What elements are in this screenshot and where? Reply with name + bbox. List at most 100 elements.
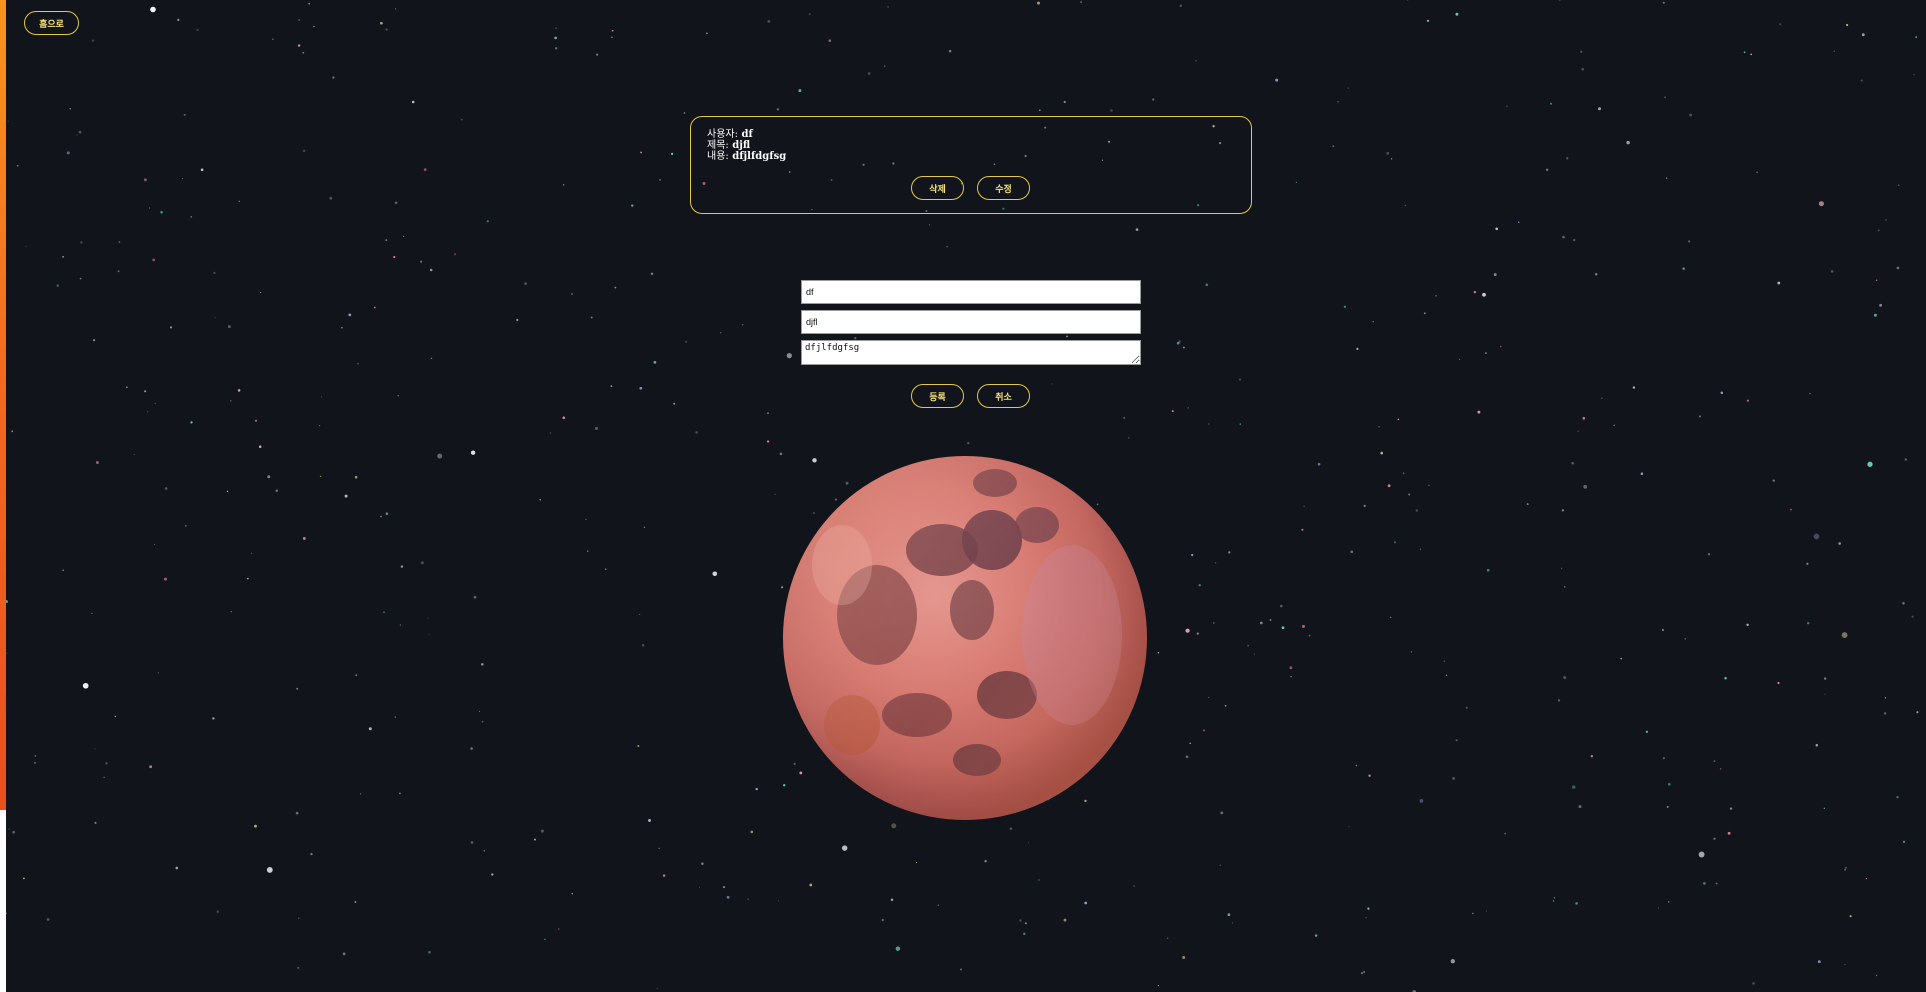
star <box>1348 826 1350 828</box>
star <box>344 494 348 498</box>
star <box>1746 623 1749 626</box>
star <box>486 220 489 223</box>
star <box>79 277 82 280</box>
star <box>1698 415 1701 418</box>
star <box>610 385 613 387</box>
user-input[interactable] <box>801 280 1141 304</box>
star <box>1404 204 1406 207</box>
star <box>428 633 430 635</box>
content-textarea[interactable]: dfjlfdgfsg <box>801 340 1141 365</box>
star <box>1198 583 1201 587</box>
star <box>887 6 889 8</box>
home-button[interactable]: 홈으로 <box>24 11 79 35</box>
star <box>1562 235 1565 239</box>
star <box>66 151 70 155</box>
star <box>1720 391 1724 395</box>
star <box>590 316 593 319</box>
star <box>1295 181 1297 183</box>
star <box>928 224 930 226</box>
star <box>149 765 153 769</box>
star <box>152 258 156 262</box>
star <box>1402 472 1405 475</box>
moon-tint <box>783 456 1147 820</box>
star <box>1281 626 1285 630</box>
star <box>1037 1 1040 5</box>
star <box>1806 621 1810 625</box>
star <box>1347 87 1349 89</box>
star <box>1582 417 1586 420</box>
star <box>786 352 792 359</box>
star <box>1824 693 1826 695</box>
star <box>1435 295 1437 297</box>
star <box>726 895 730 899</box>
star <box>648 819 651 822</box>
star <box>33 761 37 765</box>
star <box>695 431 698 434</box>
star <box>144 390 147 393</box>
star <box>1902 840 1906 844</box>
post-title-value: djfl <box>732 140 751 151</box>
star <box>200 168 204 172</box>
star <box>1290 675 1292 678</box>
star <box>1450 959 1455 964</box>
star <box>175 866 179 870</box>
star <box>1390 158 1393 160</box>
star <box>596 53 599 56</box>
star <box>1208 696 1210 698</box>
delete-button[interactable]: 삭제 <box>911 176 964 200</box>
star <box>216 910 219 913</box>
star <box>808 13 811 16</box>
star <box>411 100 415 104</box>
star <box>1279 604 1283 608</box>
cancel-button[interactable]: 취소 <box>977 384 1030 408</box>
star <box>1875 279 1878 282</box>
star <box>1259 621 1263 625</box>
star <box>1613 424 1616 427</box>
star <box>1171 410 1174 413</box>
star <box>1445 674 1448 676</box>
title-input[interactable] <box>801 310 1141 334</box>
star <box>126 386 128 389</box>
star <box>329 196 333 200</box>
star <box>719 331 722 334</box>
star <box>80 241 83 244</box>
star <box>562 416 566 420</box>
star <box>1317 462 1321 466</box>
star <box>1867 461 1873 467</box>
star <box>1877 229 1880 232</box>
star <box>190 421 193 424</box>
star <box>1386 151 1390 155</box>
starfield-background: 홈으로 사용자: df 제목: djfl 내용: dfjlfdgfsg 삭제 수… <box>6 0 1926 992</box>
star <box>723 886 725 889</box>
star <box>1332 145 1335 148</box>
star <box>643 526 646 529</box>
star <box>1363 504 1366 508</box>
star <box>1380 451 1383 455</box>
star <box>1063 918 1067 922</box>
star <box>1038 879 1040 881</box>
star <box>1911 615 1914 618</box>
star <box>429 268 433 272</box>
submit-button[interactable]: 등록 <box>911 384 964 408</box>
star <box>297 44 301 47</box>
star <box>1368 774 1371 777</box>
star <box>1666 177 1668 179</box>
star <box>828 39 832 42</box>
star <box>298 917 300 919</box>
star <box>1443 660 1445 662</box>
star <box>62 569 65 572</box>
star <box>1896 796 1899 799</box>
star <box>1667 782 1671 786</box>
star <box>755 787 758 791</box>
star <box>1750 53 1753 56</box>
star <box>491 873 494 876</box>
star <box>540 829 544 833</box>
star <box>254 419 258 422</box>
star <box>1689 113 1693 117</box>
edit-button[interactable]: 수정 <box>977 176 1030 200</box>
star <box>1879 303 1883 307</box>
star <box>103 776 105 778</box>
star <box>1777 681 1780 685</box>
star <box>164 487 168 490</box>
star <box>1426 19 1430 22</box>
